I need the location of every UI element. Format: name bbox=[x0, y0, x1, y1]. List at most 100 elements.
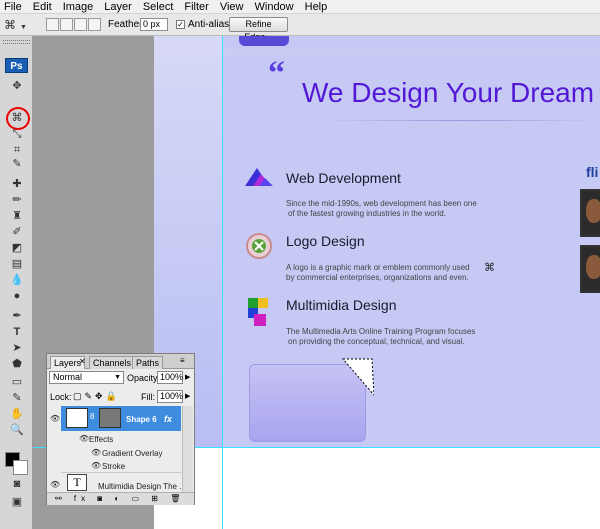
lasso-icon: ⌘ bbox=[4, 18, 16, 32]
menu-select[interactable]: Select bbox=[143, 0, 174, 14]
crop-tool-icon[interactable]: ⌗ bbox=[9, 144, 25, 157]
add-selection-button[interactable] bbox=[60, 18, 73, 31]
feather-input[interactable]: 0 px bbox=[140, 18, 168, 31]
highlight-circle bbox=[6, 107, 30, 130]
eye-icon[interactable]: 👁 bbox=[50, 414, 60, 423]
lock-buttons[interactable]: ▢✎✥🔒 bbox=[73, 391, 120, 402]
eyedropper-icon[interactable]: ✎ bbox=[9, 158, 25, 171]
quick-mask-icon[interactable]: ◙ bbox=[9, 478, 25, 491]
profile-photo-2 bbox=[580, 245, 600, 293]
fill-chevron-icon[interactable]: ▶ bbox=[185, 392, 190, 400]
menu-bar: File Edit Image Layer Select Filter View… bbox=[0, 0, 600, 14]
layers-panel-tabs: Layers ✕ Channels Paths ≡ bbox=[47, 354, 194, 369]
history-brush-icon[interactable]: ✐ bbox=[9, 226, 25, 239]
pen-tool-icon[interactable]: ✒ bbox=[9, 310, 25, 323]
hand-tool-icon[interactable]: ✋ bbox=[9, 408, 25, 421]
healing-brush-icon[interactable]: ✚ bbox=[9, 178, 25, 191]
nav-active-tab bbox=[239, 36, 289, 46]
effects-label: Effects bbox=[89, 435, 114, 444]
menu-help[interactable]: Help bbox=[305, 0, 328, 14]
shape-tool-icon[interactable]: ⬟ bbox=[9, 358, 25, 371]
web-development-icon bbox=[245, 168, 273, 186]
tool-preset-picker[interactable]: ⌘ ▼ bbox=[4, 17, 40, 33]
clone-stamp-icon[interactable]: ♜ bbox=[9, 210, 25, 223]
brush-tool-icon[interactable]: ✏ bbox=[9, 194, 25, 207]
menu-layer[interactable]: Layer bbox=[104, 0, 132, 14]
opacity-label: Opacity: bbox=[127, 373, 161, 383]
text-layer-thumbnail: T bbox=[67, 474, 87, 491]
menu-edit[interactable]: Edit bbox=[33, 0, 52, 14]
stroke-eye-icon[interactable]: 👁 bbox=[91, 461, 101, 470]
blend-mode-value: Normal bbox=[53, 372, 83, 382]
layers-footer-buttons[interactable]: ⚯ fx ◙ ◐ ▭ ⊞ 🗑 bbox=[47, 492, 194, 505]
gradient-overlay-eye-icon[interactable]: 👁 bbox=[91, 448, 101, 457]
service-desc-multimedia-design-line2: on providing the conceptual, technical, … bbox=[288, 337, 465, 346]
lasso-cursor-icon: ⌘ bbox=[484, 262, 495, 274]
antialias-label: Anti-alias bbox=[188, 19, 230, 30]
photoshop-logo: Ps bbox=[5, 58, 28, 73]
tab-close-icon[interactable]: ✕ bbox=[79, 357, 86, 366]
layer-thumbnail bbox=[66, 408, 88, 428]
fill-label: Fill: bbox=[141, 392, 155, 402]
path-select-icon[interactable]: ➤ bbox=[9, 342, 25, 355]
quick-select-icon[interactable]: ⤡ bbox=[9, 128, 25, 141]
service-desc-logo-design-line2: by commercial enterprises, organizations… bbox=[286, 273, 469, 282]
effect-stroke[interactable]: Stroke bbox=[102, 462, 125, 471]
text-layer-eye-icon[interactable]: 👁 bbox=[50, 480, 60, 489]
profile-photo-1 bbox=[580, 189, 600, 237]
fill-input[interactable]: 100% bbox=[157, 390, 183, 403]
side-heading: fli bbox=[586, 164, 599, 180]
move-tool-icon[interactable]: ✥ bbox=[9, 80, 25, 93]
service-desc-web-development-line2: of the fastest growing industries in the… bbox=[288, 209, 446, 218]
layer-name-shape-6: Shape 6 bbox=[126, 415, 157, 424]
intersect-selection-button[interactable] bbox=[88, 18, 101, 31]
subtract-selection-button[interactable] bbox=[74, 18, 87, 31]
lasso-selection-marquee[interactable] bbox=[342, 358, 374, 396]
fx-icon: fx bbox=[164, 414, 173, 424]
color-sampler-icon[interactable]: ✎ bbox=[9, 392, 25, 405]
quote-mark: “ bbox=[268, 55, 285, 92]
menu-window[interactable]: Window bbox=[255, 0, 294, 14]
screen-mode-icon[interactable]: ▣ bbox=[9, 496, 25, 509]
blend-mode-select[interactable]: Normal ▼ bbox=[49, 371, 124, 384]
options-bar: ⌘▼ Feather: 0 px ✓ Anti-alias Refine Edg… bbox=[0, 14, 600, 42]
service-title-multimedia-design: Multimidia Design bbox=[286, 297, 397, 313]
refine-edge-button[interactable]: Refine Edge... bbox=[229, 17, 288, 42]
link-icon: 8 bbox=[90, 412, 95, 421]
lock-label: Lock: bbox=[50, 392, 72, 402]
vertical-guide[interactable] bbox=[222, 36, 223, 529]
opacity-input[interactable]: 100% bbox=[157, 371, 183, 384]
menu-file[interactable]: File bbox=[4, 0, 22, 14]
layers-panel: Layers ✕ Channels Paths ≡ Normal ▼ Opacit… bbox=[46, 353, 195, 505]
tab-channels[interactable]: Channels bbox=[89, 356, 136, 369]
antialias-checkbox[interactable]: ✓ bbox=[176, 20, 185, 29]
menu-filter[interactable]: Filter bbox=[184, 0, 208, 14]
menu-image[interactable]: Image bbox=[63, 0, 94, 14]
chevron-down-icon: ▼ bbox=[114, 374, 121, 381]
service-title-logo-design: Logo Design bbox=[286, 233, 365, 249]
multimedia-design-icon bbox=[248, 298, 268, 326]
dodge-tool-icon[interactable]: ● bbox=[9, 290, 25, 303]
layer-name-multimidia-design: Multimidia Design The ... bbox=[98, 482, 186, 491]
gradient-tool-icon[interactable]: ▤ bbox=[9, 258, 25, 271]
opacity-chevron-icon[interactable]: ▶ bbox=[185, 373, 190, 381]
eraser-icon[interactable]: ◩ bbox=[9, 242, 25, 255]
type-tool-icon[interactable]: T bbox=[9, 326, 25, 339]
vector-mask-thumbnail bbox=[99, 408, 121, 428]
new-selection-button[interactable] bbox=[46, 18, 59, 31]
effect-gradient-overlay[interactable]: Gradient Overlay bbox=[102, 449, 162, 458]
layers-scrollbar[interactable] bbox=[182, 406, 193, 492]
panel-menu-icon[interactable]: ≡ bbox=[180, 356, 185, 365]
background-color-swatch[interactable] bbox=[13, 460, 28, 475]
tab-paths[interactable]: Paths bbox=[132, 356, 164, 369]
notes-tool-icon[interactable]: ▭ bbox=[9, 376, 25, 389]
effects-eye-icon[interactable]: 👁 bbox=[79, 434, 89, 443]
headline-divider bbox=[320, 120, 600, 121]
blur-tool-icon[interactable]: 💧 bbox=[9, 274, 25, 287]
zoom-tool-icon[interactable]: 🔍 bbox=[9, 424, 25, 437]
menu-view[interactable]: View bbox=[220, 0, 244, 14]
toolbox-grip[interactable] bbox=[3, 40, 30, 44]
nav-items-cropped: ━━━━ ━━━━━━ ━━━━━━━ bbox=[314, 36, 594, 41]
service-title-web-development: Web Development bbox=[286, 170, 401, 186]
chevron-down-icon: ▼ bbox=[20, 24, 27, 31]
